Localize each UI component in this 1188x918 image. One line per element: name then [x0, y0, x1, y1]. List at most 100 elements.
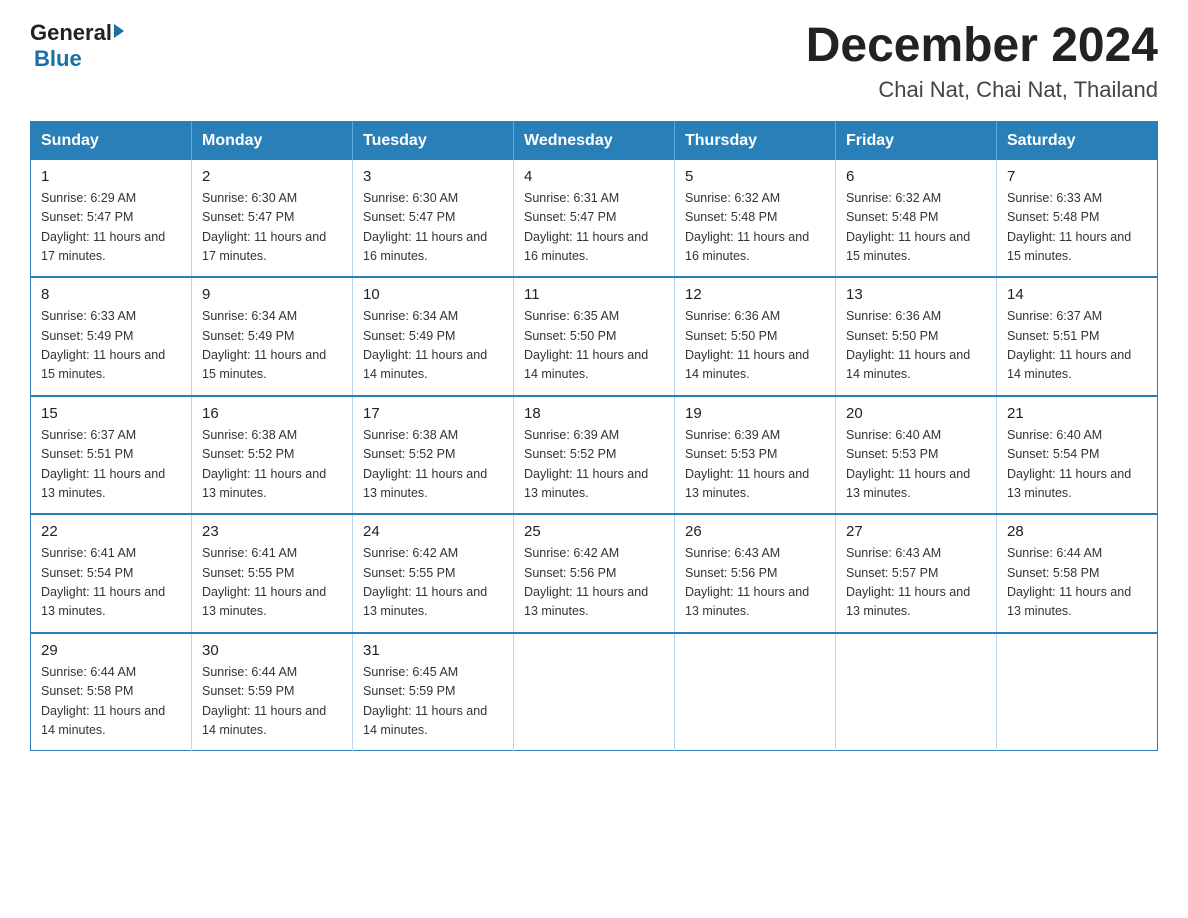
day-info: Sunrise: 6:29 AM Sunset: 5:47 PM Dayligh…	[41, 189, 181, 267]
day-number: 27	[846, 523, 986, 540]
calendar-cell	[675, 633, 836, 751]
calendar-cell: 6 Sunrise: 6:32 AM Sunset: 5:48 PM Dayli…	[836, 160, 997, 278]
day-number: 26	[685, 523, 825, 540]
day-number: 14	[1007, 286, 1147, 303]
day-number: 20	[846, 405, 986, 422]
col-thursday: Thursday	[675, 121, 836, 160]
day-info: Sunrise: 6:30 AM Sunset: 5:47 PM Dayligh…	[202, 189, 342, 267]
col-wednesday: Wednesday	[514, 121, 675, 160]
day-info: Sunrise: 6:34 AM Sunset: 5:49 PM Dayligh…	[202, 307, 342, 385]
calendar-cell: 13 Sunrise: 6:36 AM Sunset: 5:50 PM Dayl…	[836, 277, 997, 396]
col-tuesday: Tuesday	[353, 121, 514, 160]
calendar-cell	[997, 633, 1158, 751]
day-info: Sunrise: 6:34 AM Sunset: 5:49 PM Dayligh…	[363, 307, 503, 385]
day-number: 13	[846, 286, 986, 303]
day-info: Sunrise: 6:40 AM Sunset: 5:53 PM Dayligh…	[846, 426, 986, 504]
logo-area: General Blue	[30, 20, 124, 72]
calendar-table: Sunday Monday Tuesday Wednesday Thursday…	[30, 121, 1158, 752]
calendar-cell: 8 Sunrise: 6:33 AM Sunset: 5:49 PM Dayli…	[31, 277, 192, 396]
day-number: 3	[363, 168, 503, 185]
day-info: Sunrise: 6:39 AM Sunset: 5:52 PM Dayligh…	[524, 426, 664, 504]
col-sunday: Sunday	[31, 121, 192, 160]
calendar-cell: 28 Sunrise: 6:44 AM Sunset: 5:58 PM Dayl…	[997, 514, 1158, 633]
calendar-cell	[514, 633, 675, 751]
day-number: 10	[363, 286, 503, 303]
day-number: 8	[41, 286, 181, 303]
day-info: Sunrise: 6:44 AM Sunset: 5:58 PM Dayligh…	[41, 663, 181, 741]
day-info: Sunrise: 6:30 AM Sunset: 5:47 PM Dayligh…	[363, 189, 503, 267]
calendar-cell: 25 Sunrise: 6:42 AM Sunset: 5:56 PM Dayl…	[514, 514, 675, 633]
day-number: 31	[363, 642, 503, 659]
calendar-week-row-3: 15 Sunrise: 6:37 AM Sunset: 5:51 PM Dayl…	[31, 396, 1158, 515]
day-number: 28	[1007, 523, 1147, 540]
calendar-cell: 27 Sunrise: 6:43 AM Sunset: 5:57 PM Dayl…	[836, 514, 997, 633]
day-info: Sunrise: 6:44 AM Sunset: 5:59 PM Dayligh…	[202, 663, 342, 741]
day-number: 19	[685, 405, 825, 422]
calendar-cell: 4 Sunrise: 6:31 AM Sunset: 5:47 PM Dayli…	[514, 160, 675, 278]
day-info: Sunrise: 6:33 AM Sunset: 5:48 PM Dayligh…	[1007, 189, 1147, 267]
day-info: Sunrise: 6:42 AM Sunset: 5:56 PM Dayligh…	[524, 544, 664, 622]
col-saturday: Saturday	[997, 121, 1158, 160]
calendar-header-row: Sunday Monday Tuesday Wednesday Thursday…	[31, 121, 1158, 160]
calendar-cell: 10 Sunrise: 6:34 AM Sunset: 5:49 PM Dayl…	[353, 277, 514, 396]
day-info: Sunrise: 6:43 AM Sunset: 5:57 PM Dayligh…	[846, 544, 986, 622]
day-number: 22	[41, 523, 181, 540]
day-number: 23	[202, 523, 342, 540]
calendar-cell: 17 Sunrise: 6:38 AM Sunset: 5:52 PM Dayl…	[353, 396, 514, 515]
day-info: Sunrise: 6:41 AM Sunset: 5:54 PM Dayligh…	[41, 544, 181, 622]
calendar-cell: 20 Sunrise: 6:40 AM Sunset: 5:53 PM Dayl…	[836, 396, 997, 515]
calendar-week-row-1: 1 Sunrise: 6:29 AM Sunset: 5:47 PM Dayli…	[31, 160, 1158, 278]
calendar-cell: 26 Sunrise: 6:43 AM Sunset: 5:56 PM Dayl…	[675, 514, 836, 633]
day-info: Sunrise: 6:39 AM Sunset: 5:53 PM Dayligh…	[685, 426, 825, 504]
day-number: 16	[202, 405, 342, 422]
calendar-cell: 15 Sunrise: 6:37 AM Sunset: 5:51 PM Dayl…	[31, 396, 192, 515]
day-number: 15	[41, 405, 181, 422]
day-info: Sunrise: 6:35 AM Sunset: 5:50 PM Dayligh…	[524, 307, 664, 385]
calendar-cell: 7 Sunrise: 6:33 AM Sunset: 5:48 PM Dayli…	[997, 160, 1158, 278]
calendar-cell: 3 Sunrise: 6:30 AM Sunset: 5:47 PM Dayli…	[353, 160, 514, 278]
day-number: 12	[685, 286, 825, 303]
calendar-cell: 19 Sunrise: 6:39 AM Sunset: 5:53 PM Dayl…	[675, 396, 836, 515]
logo-arrow-icon	[114, 24, 124, 38]
calendar-title: December 2024	[806, 20, 1158, 73]
day-number: 17	[363, 405, 503, 422]
calendar-cell: 12 Sunrise: 6:36 AM Sunset: 5:50 PM Dayl…	[675, 277, 836, 396]
calendar-cell: 9 Sunrise: 6:34 AM Sunset: 5:49 PM Dayli…	[192, 277, 353, 396]
day-number: 24	[363, 523, 503, 540]
day-info: Sunrise: 6:37 AM Sunset: 5:51 PM Dayligh…	[41, 426, 181, 504]
day-number: 5	[685, 168, 825, 185]
day-info: Sunrise: 6:42 AM Sunset: 5:55 PM Dayligh…	[363, 544, 503, 622]
col-friday: Friday	[836, 121, 997, 160]
calendar-location: Chai Nat, Chai Nat, Thailand	[806, 77, 1158, 103]
logo-blue-text: Blue	[34, 46, 82, 71]
calendar-week-row-4: 22 Sunrise: 6:41 AM Sunset: 5:54 PM Dayl…	[31, 514, 1158, 633]
day-info: Sunrise: 6:38 AM Sunset: 5:52 PM Dayligh…	[202, 426, 342, 504]
calendar-cell: 29 Sunrise: 6:44 AM Sunset: 5:58 PM Dayl…	[31, 633, 192, 751]
calendar-cell: 18 Sunrise: 6:39 AM Sunset: 5:52 PM Dayl…	[514, 396, 675, 515]
day-info: Sunrise: 6:32 AM Sunset: 5:48 PM Dayligh…	[846, 189, 986, 267]
calendar-week-row-2: 8 Sunrise: 6:33 AM Sunset: 5:49 PM Dayli…	[31, 277, 1158, 396]
day-info: Sunrise: 6:40 AM Sunset: 5:54 PM Dayligh…	[1007, 426, 1147, 504]
day-info: Sunrise: 6:38 AM Sunset: 5:52 PM Dayligh…	[363, 426, 503, 504]
day-number: 9	[202, 286, 342, 303]
calendar-cell: 2 Sunrise: 6:30 AM Sunset: 5:47 PM Dayli…	[192, 160, 353, 278]
day-info: Sunrise: 6:33 AM Sunset: 5:49 PM Dayligh…	[41, 307, 181, 385]
col-monday: Monday	[192, 121, 353, 160]
day-number: 18	[524, 405, 664, 422]
page-header: General Blue December 2024 Chai Nat, Cha…	[30, 20, 1158, 103]
day-number: 7	[1007, 168, 1147, 185]
day-info: Sunrise: 6:32 AM Sunset: 5:48 PM Dayligh…	[685, 189, 825, 267]
calendar-cell: 22 Sunrise: 6:41 AM Sunset: 5:54 PM Dayl…	[31, 514, 192, 633]
logo: General	[30, 20, 124, 46]
day-info: Sunrise: 6:44 AM Sunset: 5:58 PM Dayligh…	[1007, 544, 1147, 622]
day-number: 6	[846, 168, 986, 185]
day-number: 11	[524, 286, 664, 303]
calendar-cell: 21 Sunrise: 6:40 AM Sunset: 5:54 PM Dayl…	[997, 396, 1158, 515]
day-info: Sunrise: 6:41 AM Sunset: 5:55 PM Dayligh…	[202, 544, 342, 622]
day-number: 1	[41, 168, 181, 185]
day-info: Sunrise: 6:31 AM Sunset: 5:47 PM Dayligh…	[524, 189, 664, 267]
calendar-cell: 30 Sunrise: 6:44 AM Sunset: 5:59 PM Dayl…	[192, 633, 353, 751]
calendar-cell: 24 Sunrise: 6:42 AM Sunset: 5:55 PM Dayl…	[353, 514, 514, 633]
day-number: 4	[524, 168, 664, 185]
day-info: Sunrise: 6:43 AM Sunset: 5:56 PM Dayligh…	[685, 544, 825, 622]
